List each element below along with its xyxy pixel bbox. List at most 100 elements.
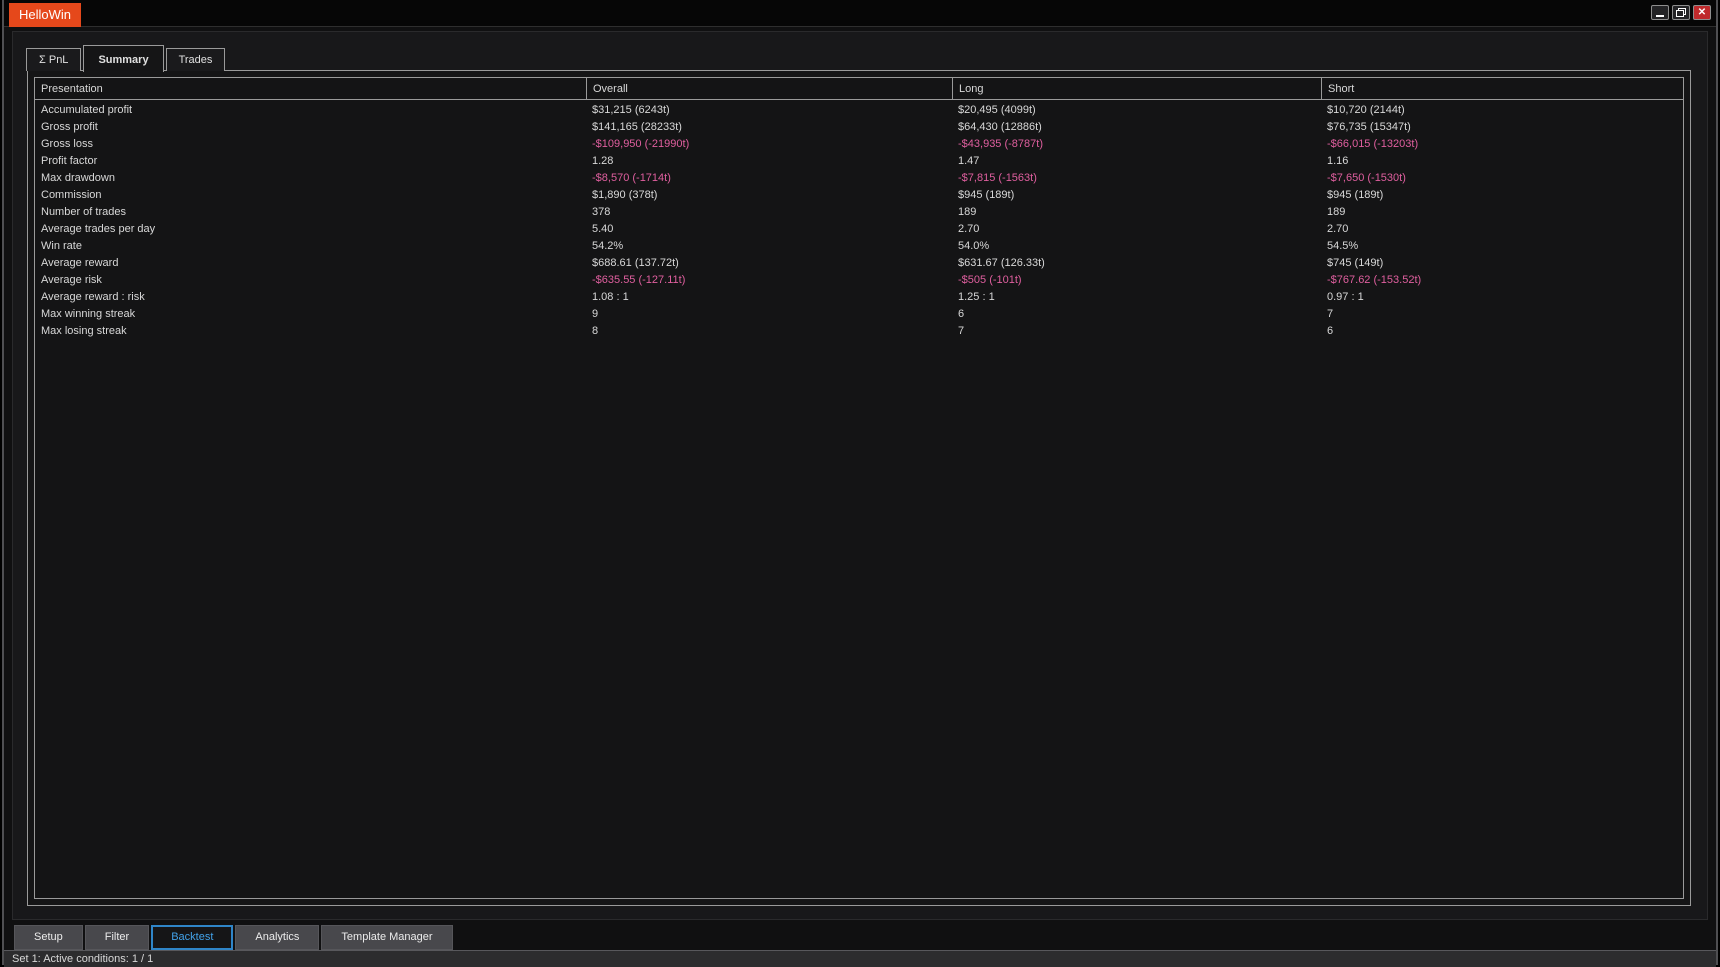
row-value: 6 (1327, 325, 1334, 337)
tab-analytics[interactable]: Analytics (235, 925, 320, 950)
row-value: 5.40 (592, 223, 614, 235)
row-value: 7 (1327, 308, 1334, 320)
row-label: Max drawdown (41, 172, 115, 184)
table-row[interactable]: Number of trades 378 189 189 (35, 204, 1683, 221)
table-row[interactable]: Gross loss -$109,950 (-21990t) -$43,935 (-… (35, 136, 1683, 153)
table-row[interactable]: Max drawdown -$8,570 (-1714t) -$7,815 (-15… (35, 170, 1683, 187)
row-value: $688.61 (137.72t) (592, 257, 679, 269)
row-value: 1.47 (958, 155, 980, 167)
status-text: Set 1: Active conditions: 1 / 1 (12, 953, 154, 965)
tab-backtest[interactable]: Backtest (151, 925, 234, 950)
app-window: HelloWin ✕ Σ PnL Summary Trades Presenta… (2, 0, 1718, 967)
row-value: 1.28 (592, 155, 614, 167)
table-row[interactable]: Average reward $688.61 (137.72t) $631.67 (… (35, 255, 1683, 272)
row-value: $76,735 (15347t) (1327, 121, 1411, 133)
title-bar[interactable]: HelloWin ✕ (4, 0, 1716, 27)
row-value: $745 (149t) (1327, 257, 1384, 269)
row-value: 9 (592, 308, 599, 320)
row-label: Number of trades (41, 206, 126, 218)
tab-summary[interactable]: Summary (83, 45, 164, 72)
status-bar: Set 1: Active conditions: 1 / 1 (4, 950, 1716, 967)
row-label: Average reward (41, 257, 119, 269)
summary-tab-page: Presentation Overall Long Short Accumula… (27, 70, 1691, 906)
row-value: 8 (592, 325, 599, 337)
row-label: Commission (41, 189, 102, 201)
row-value: 7 (958, 325, 965, 337)
row-value: 6 (958, 308, 965, 320)
row-value: 189 (1327, 206, 1346, 218)
row-value: 54.5% (1327, 240, 1359, 252)
summary-table: Presentation Overall Long Short Accumula… (34, 77, 1684, 899)
column-header-overall[interactable]: Overall (586, 78, 952, 99)
row-value: $945 (189t) (958, 189, 1015, 201)
row-value: 189 (958, 206, 977, 218)
tab-pnl[interactable]: Σ PnL (26, 48, 82, 71)
row-value: -$109,950 (-21990t) (592, 138, 690, 150)
row-label: Win rate (41, 240, 82, 252)
window-title: HelloWin (9, 3, 82, 27)
row-value: -$7,650 (-1530t) (1327, 172, 1406, 184)
row-value: 2.70 (958, 223, 980, 235)
minimize-button[interactable] (1651, 5, 1669, 20)
row-label: Average reward : risk (41, 291, 145, 303)
minimize-icon (1656, 15, 1664, 17)
tab-trades[interactable]: Trades (165, 48, 226, 71)
row-value: $20,495 (4099t) (958, 104, 1036, 116)
row-value: -$767.62 (-153.52t) (1327, 274, 1422, 286)
row-value: $631.67 (126.33t) (958, 257, 1045, 269)
row-value: -$7,815 (-1563t) (958, 172, 1037, 184)
row-label: Gross profit (41, 121, 98, 133)
row-value: 0.97 : 1 (1327, 291, 1364, 303)
table-header-row: Presentation Overall Long Short (35, 78, 1683, 100)
table-row[interactable]: Max winning streak 9 6 7 (35, 306, 1683, 323)
main-panel: Σ PnL Summary Trades Presentation Overal… (12, 31, 1708, 920)
window-controls: ✕ (1651, 5, 1711, 20)
table-row[interactable]: Profit factor 1.28 1.47 1.16 (35, 153, 1683, 170)
row-label: Average trades per day (41, 223, 156, 235)
row-value: $945 (189t) (1327, 189, 1384, 201)
close-button[interactable]: ✕ (1693, 5, 1711, 20)
bottom-tab-strip: Setup Filter Backtest Analytics Template… (14, 925, 455, 951)
row-label: Accumulated profit (41, 104, 133, 116)
table-row[interactable]: Gross profit $141,165 (28233t) $64,430 (12… (35, 119, 1683, 136)
table-row[interactable]: Average trades per day 5.40 2.70 2.70 (35, 221, 1683, 238)
row-label: Max losing streak (41, 325, 127, 337)
row-label: Gross loss (41, 138, 93, 150)
row-value: 54.0% (958, 240, 990, 252)
row-value: -$66,015 (-13203t) (1327, 138, 1419, 150)
table-row[interactable]: Max losing streak 8 7 6 (35, 323, 1683, 340)
table-row[interactable]: Average reward : risk 1.08 : 1 1.25 : 1 0.9… (35, 289, 1683, 306)
tab-setup[interactable]: Setup (14, 925, 83, 950)
row-value: $1,890 (378t) (592, 189, 658, 201)
close-icon: ✕ (1697, 6, 1707, 18)
row-value: -$43,935 (-8787t) (958, 138, 1043, 150)
row-value: $141,165 (28233t) (592, 121, 682, 133)
row-value: 378 (592, 206, 611, 218)
table-row[interactable]: Commission $1,890 (378t) $945 (189t) $945 (… (35, 187, 1683, 204)
row-value: -$505 (-101t) (958, 274, 1022, 286)
tab-template-manager[interactable]: Template Manager (321, 925, 453, 950)
table-body: Accumulated profit $31,215 (6243t) $20,495… (35, 100, 1683, 340)
tab-filter[interactable]: Filter (84, 925, 150, 950)
table-row[interactable]: Win rate 54.2% 54.0% 54.5% (35, 238, 1683, 255)
row-value: $64,430 (12886t) (958, 121, 1042, 133)
column-header-short[interactable]: Short (1321, 78, 1683, 99)
row-value: 2.70 (1327, 223, 1349, 235)
row-value: 1.25 : 1 (958, 291, 995, 303)
column-header-presentation[interactable]: Presentation (35, 78, 586, 99)
row-value: $10,720 (2144t) (1327, 104, 1405, 116)
row-value: 1.08 : 1 (592, 291, 629, 303)
restore-icon (1676, 8, 1686, 17)
top-tab-strip: Σ PnL Summary Trades (26, 39, 227, 72)
table-row[interactable]: Accumulated profit $31,215 (6243t) $20,495… (35, 102, 1683, 119)
row-value: $31,215 (6243t) (592, 104, 670, 116)
row-value: 1.16 (1327, 155, 1349, 167)
column-header-long[interactable]: Long (952, 78, 1321, 99)
table-row[interactable]: Average risk -$635.55 (-127.11t) -$505 (-1… (35, 272, 1683, 289)
row-label: Profit factor (41, 155, 98, 167)
row-label: Max winning streak (41, 308, 136, 320)
restore-button[interactable] (1672, 5, 1690, 20)
row-label: Average risk (41, 274, 102, 286)
row-value: -$635.55 (-127.11t) (592, 274, 686, 286)
row-value: 54.2% (592, 240, 624, 252)
